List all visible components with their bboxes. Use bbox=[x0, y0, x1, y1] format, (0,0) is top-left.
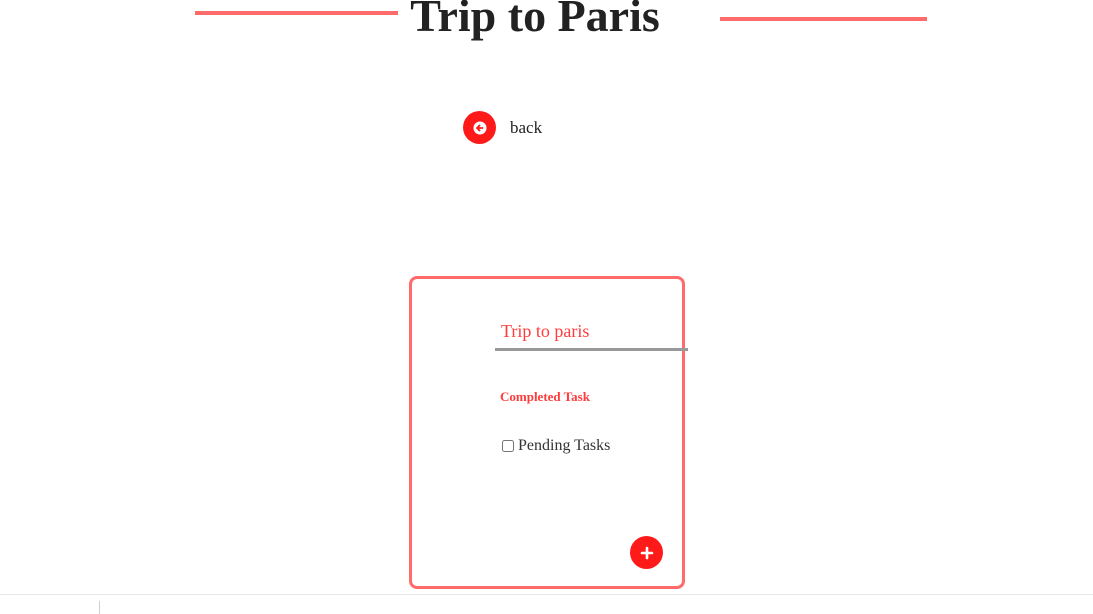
arrow-left-icon[interactable] bbox=[463, 111, 496, 144]
task-checkbox[interactable] bbox=[502, 440, 514, 452]
bottom-bar bbox=[0, 594, 1093, 614]
task-item[interactable]: Pending Tasks bbox=[502, 437, 610, 455]
task-label: Pending Tasks bbox=[518, 437, 611, 454]
back-button[interactable]: back bbox=[463, 111, 542, 144]
list-name-input[interactable] bbox=[495, 315, 688, 351]
title-decor-line-left bbox=[195, 11, 398, 15]
page-header: Trip to Paris bbox=[0, 0, 1093, 46]
task-list-card: Completed Task Pending Tasks bbox=[409, 276, 688, 589]
title-decor-line-right bbox=[720, 17, 927, 21]
completed-task-heading: Completed Task bbox=[500, 389, 590, 404]
back-label[interactable]: back bbox=[510, 118, 542, 138]
add-task-button[interactable] bbox=[630, 536, 663, 569]
todo-page: Trip to Paris back Completed Task Pendin… bbox=[0, 0, 1093, 614]
plus-icon bbox=[640, 546, 653, 559]
page-title: Trip to Paris bbox=[410, 0, 660, 41]
bottom-divider bbox=[99, 601, 100, 614]
